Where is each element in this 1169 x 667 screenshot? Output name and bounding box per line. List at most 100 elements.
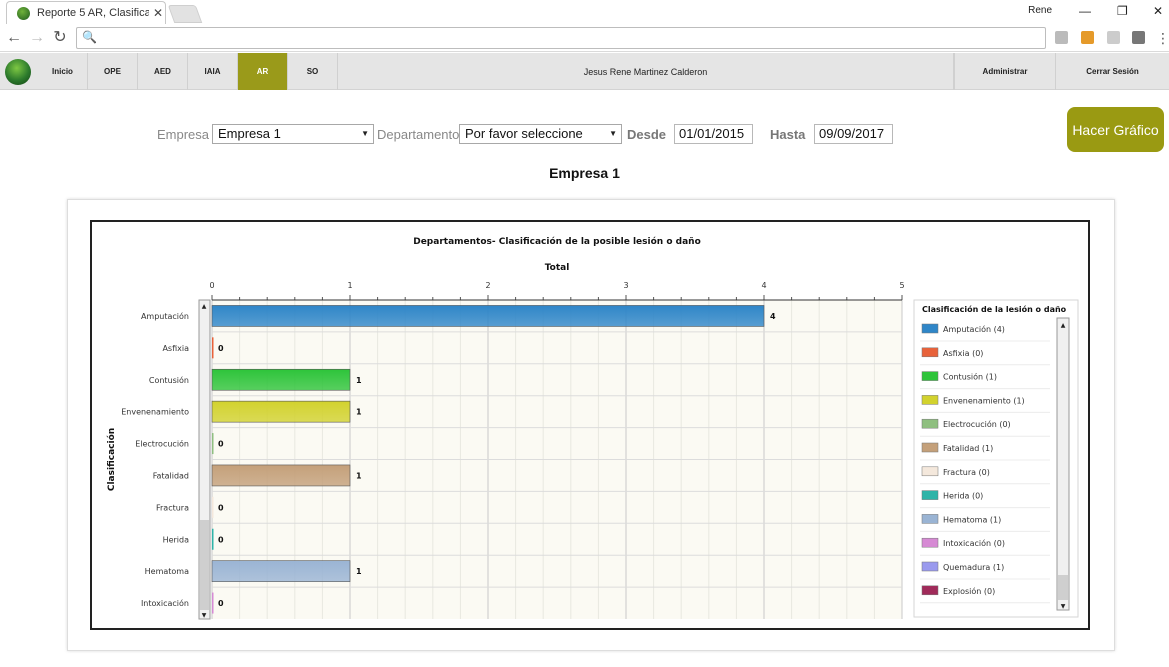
scroll-up-icon: ▲	[202, 303, 207, 310]
back-icon[interactable]: ←	[4, 28, 24, 48]
chart-title: Departamentos- Clasificación de la posib…	[413, 236, 701, 247]
x-tick-label: 4	[761, 281, 766, 290]
legend-item: Explosión (0)	[943, 586, 995, 596]
hasta-date-input[interactable]: 09/09/2017	[814, 124, 893, 144]
favicon-icon	[17, 6, 30, 20]
bar	[211, 368, 351, 391]
bar	[212, 496, 214, 518]
data-label: 1	[356, 471, 362, 480]
legend-scrollbar	[1056, 317, 1070, 611]
category-label: Envenenamiento	[121, 408, 189, 417]
scroll-down-icon: ▼	[1061, 603, 1066, 610]
category-scrollbar-thumb	[200, 520, 209, 610]
menu-icon[interactable]: ⋮	[1153, 28, 1169, 48]
data-label: 1	[356, 408, 362, 417]
category-label: Hematoma	[145, 567, 189, 576]
logo-icon[interactable]	[5, 59, 31, 85]
scroll-down-icon: ▼	[202, 612, 207, 619]
chevron-down-icon: ▼	[361, 129, 369, 138]
data-label: 0	[218, 344, 224, 353]
reload-icon[interactable]: ↻	[50, 28, 70, 48]
legend-item: Asfixia (0)	[943, 349, 983, 358]
legend-swatch	[921, 442, 939, 453]
data-label: 4	[770, 312, 776, 321]
empresa-label: Empresa	[157, 127, 210, 142]
data-label: 0	[218, 503, 224, 512]
legend-item: Fatalidad (1)	[943, 444, 993, 453]
empresa-select[interactable]: Empresa 1 ▼	[212, 124, 374, 144]
category-label: Intoxicación	[141, 598, 189, 608]
category-label: Contusión	[149, 375, 189, 385]
category-label: Fatalidad	[153, 471, 189, 480]
x-tick-label: 1	[347, 281, 352, 290]
data-label: 0	[218, 535, 224, 544]
nav-item-administrar[interactable]: Administrar	[954, 53, 1055, 90]
legend-item: Intoxicación (0)	[943, 538, 1005, 548]
hacer-grafico-button[interactable]: Hacer Gráfico	[1067, 107, 1164, 152]
legend-item: Quemadura (1)	[943, 563, 1004, 572]
legend-item: Electrocución (0)	[943, 419, 1011, 429]
minimize-icon[interactable]: —	[1079, 0, 1091, 22]
bar	[212, 433, 214, 455]
desde-date-input[interactable]: 01/01/2015	[674, 124, 753, 144]
bar-chart: Departamentos- Clasificación de la posib…	[106, 236, 1079, 620]
pdf-extension-icon[interactable]	[1055, 31, 1068, 44]
departamento-select-value: Por favor seleccione	[465, 126, 583, 141]
desde-label: Desde	[627, 127, 667, 142]
browser-window: Reporte 5 AR, Clasificació ✕ Rene — ❐ ✕ …	[0, 0, 1169, 667]
legend-item: Contusión (1)	[943, 372, 997, 382]
legend-title: Clasificación de la lesión o daño	[922, 304, 1067, 314]
address-bar[interactable]: 🔍	[76, 27, 1046, 49]
nav-item-iaia[interactable]: IAIA	[188, 53, 238, 90]
pocket-extension-icon[interactable]	[1132, 31, 1145, 44]
tab-title: Reporte 5 AR, Clasificació	[37, 7, 149, 19]
legend-swatch	[921, 323, 939, 334]
hasta-label: Hasta	[770, 127, 806, 142]
legend-swatch	[921, 585, 939, 596]
legend-swatch	[921, 466, 939, 477]
legend-item: Envenenamiento (1)	[943, 396, 1025, 405]
nav-item-ope[interactable]: OPE	[88, 53, 138, 90]
bar	[211, 560, 351, 582]
nav-item-inicio[interactable]: Inicio	[38, 53, 88, 90]
forward-icon[interactable]: →	[27, 28, 47, 48]
bar	[212, 337, 214, 359]
x-tick-label: 0	[209, 281, 214, 290]
legend-swatch	[921, 347, 939, 358]
nav-item-aed[interactable]: AED	[138, 53, 188, 90]
legend-swatch	[921, 395, 939, 405]
page-title: Empresa 1	[549, 165, 620, 181]
departamento-select[interactable]: Por favor seleccione ▼	[459, 124, 622, 144]
category-label: Herida	[163, 535, 190, 544]
chart-container: Departamentos- Clasificación de la posib…	[90, 220, 1090, 630]
bar	[211, 464, 351, 487]
empresa-select-value: Empresa 1	[218, 126, 281, 141]
new-tab-button[interactable]	[167, 5, 203, 23]
departamento-label: Departamento	[377, 127, 460, 142]
browser-toolbar: ← → ↻ 🔍 ⋮	[0, 24, 1169, 52]
x-tick-label: 2	[485, 281, 490, 290]
nav-item-cerrar-sesion[interactable]: Cerrar Sesión	[1055, 53, 1169, 90]
y-axis-label: Clasificación	[106, 428, 117, 491]
browser-tab[interactable]: Reporte 5 AR, Clasificació ✕	[6, 1, 166, 24]
legend-item: Hematoma (1)	[943, 515, 1001, 524]
nav-item-ar[interactable]: AR	[238, 53, 288, 90]
app-navbar: Inicio OPE AED IAIA AR SO Jesus Rene Mar…	[0, 53, 1169, 90]
legend-item: Herida (0)	[943, 492, 983, 501]
translate-extension-icon[interactable]	[1107, 31, 1120, 44]
legend-swatch	[921, 561, 939, 572]
nav-item-so[interactable]: SO	[288, 53, 338, 90]
x-axis-label: Total	[545, 263, 570, 273]
category-label: Electrocución	[135, 439, 189, 449]
restore-icon[interactable]: ❐	[1117, 0, 1128, 22]
category-label: Asfixia	[162, 344, 189, 353]
tab-strip: Reporte 5 AR, Clasificació ✕ Rene — ❐ ✕	[0, 0, 1169, 24]
profile-name[interactable]: Rene	[1028, 5, 1052, 16]
window-close-icon[interactable]: ✕	[1153, 0, 1163, 22]
bar	[211, 305, 765, 327]
tab-close-icon[interactable]: ✕	[153, 6, 163, 20]
badge-extension-icon[interactable]	[1081, 31, 1094, 44]
chevron-down-icon: ▼	[609, 129, 617, 138]
data-label: 0	[218, 599, 224, 608]
bar	[212, 592, 214, 614]
